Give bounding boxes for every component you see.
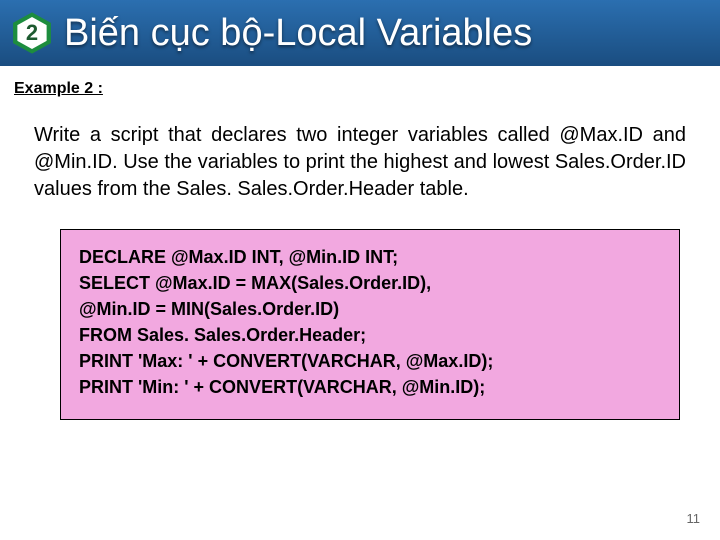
example-label: Example 2 : <box>14 80 720 98</box>
slide-title: Biến cục bộ-Local Variables <box>64 12 532 55</box>
badge-number: 2 <box>26 20 38 46</box>
task-description: Write a script that declares two integer… <box>34 122 686 203</box>
hex-badge: 2 <box>10 11 54 55</box>
slide-header: 2 Biến cục bộ-Local Variables <box>0 0 720 66</box>
page-number: 11 <box>687 511 701 526</box>
code-block: DECLARE @Max.ID INT, @Min.ID INT; SELECT… <box>60 229 680 420</box>
